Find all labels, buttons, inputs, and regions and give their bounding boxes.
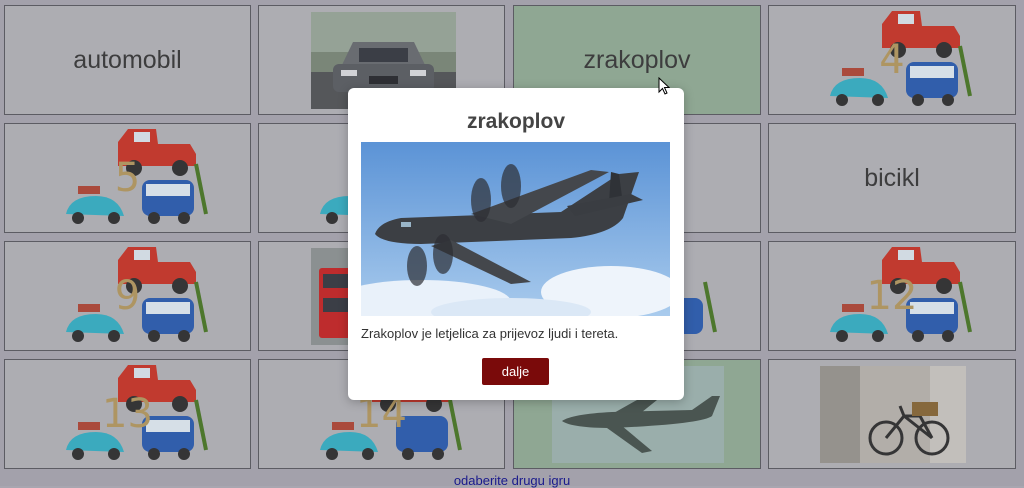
word-modal: zrakoplov Zrakoplov je letjelica za prij… [348,88,684,400]
airplane-photo [361,142,670,316]
modal-title: zrakoplov [466,110,566,133]
modal-description: Zrakoplov je letjelica za prijevoz ljudi… [361,326,619,341]
mouse-cursor-icon [658,77,670,95]
next-button[interactable]: dalje [482,358,549,385]
